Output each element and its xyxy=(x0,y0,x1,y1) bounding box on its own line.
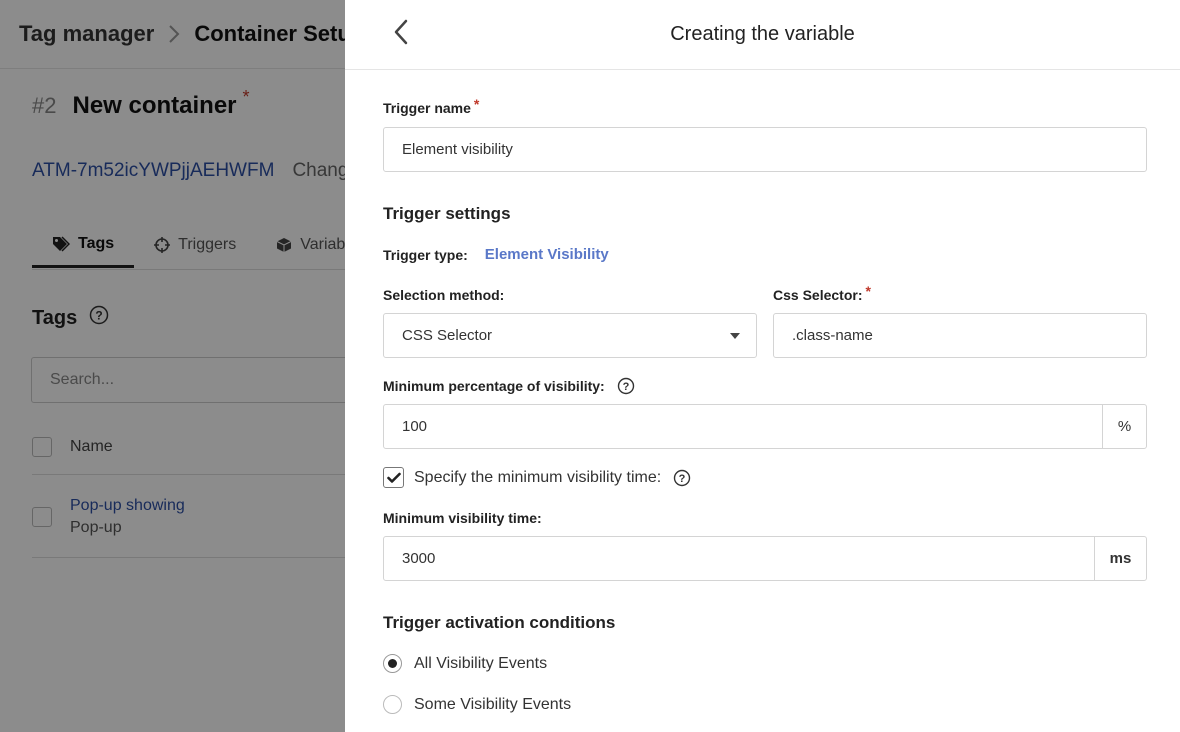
css-selector-input[interactable]: .class-name xyxy=(773,313,1147,358)
drawer-header: Creating the variable xyxy=(345,0,1180,70)
min-time-input[interactable]: 3000 ms xyxy=(383,536,1147,581)
min-percentage-label: Minimum percentage of visibility: ? xyxy=(383,377,635,395)
help-icon[interactable]: ? xyxy=(617,377,635,395)
trigger-name-label: Trigger name * xyxy=(383,96,479,116)
min-time-label: Minimum visibility time: xyxy=(383,510,542,526)
required-mark: * xyxy=(865,283,871,299)
selection-method-value: CSS Selector xyxy=(402,327,493,344)
trigger-type-row: Trigger type: Element Visibility xyxy=(383,246,609,263)
min-time-value: 3000 xyxy=(402,550,436,567)
selection-method-select[interactable]: CSS Selector xyxy=(383,313,757,358)
radio-button[interactable] xyxy=(383,695,402,714)
specify-time-label: Specify the minimum visibility time: xyxy=(414,468,662,486)
radio-button-selected[interactable] xyxy=(383,654,402,673)
radio-some-events[interactable]: Some Visibility Events xyxy=(383,695,571,714)
trigger-name-input[interactable]: Element visibility xyxy=(383,127,1147,172)
min-percentage-value: 100 xyxy=(402,418,428,435)
radio-all-events-label: All Visibility Events xyxy=(414,654,548,672)
ms-addon: ms xyxy=(1094,537,1146,580)
radio-all-events[interactable]: All Visibility Events xyxy=(383,654,547,673)
css-selector-label-text: Css Selector: xyxy=(773,287,863,303)
activation-conditions-title: Trigger activation conditions xyxy=(383,613,616,632)
svg-text:?: ? xyxy=(679,473,686,485)
specify-time-row[interactable]: Specify the minimum visibility time: ? xyxy=(383,467,691,488)
min-percentage-label-text: Minimum percentage of visibility: xyxy=(383,378,605,394)
radio-some-events-label: Some Visibility Events xyxy=(414,695,572,713)
required-mark: * xyxy=(473,96,480,112)
specify-time-checkbox[interactable] xyxy=(383,467,404,488)
selection-method-label: Selection method: xyxy=(383,287,505,303)
trigger-name-value: Element visibility xyxy=(402,141,513,158)
trigger-name-label-text: Trigger name xyxy=(383,100,471,116)
trigger-settings-title: Trigger settings xyxy=(383,204,511,223)
svg-text:?: ? xyxy=(622,381,629,393)
back-button[interactable] xyxy=(389,18,413,46)
trigger-type-label: Trigger type: xyxy=(383,246,468,263)
side-drawer: Creating the variable Trigger name * Ele… xyxy=(345,0,1180,732)
css-selector-label: Css Selector: * xyxy=(773,283,871,303)
check-icon xyxy=(386,472,401,483)
help-icon[interactable]: ? xyxy=(673,469,691,487)
drawer-title: Creating the variable xyxy=(670,23,855,45)
trigger-type-value[interactable]: Element Visibility xyxy=(485,246,609,263)
chevron-left-icon xyxy=(394,19,408,45)
min-percentage-input[interactable]: 100 % xyxy=(383,404,1147,449)
percent-addon: % xyxy=(1102,405,1146,448)
caret-down-icon xyxy=(730,332,740,339)
css-selector-value: .class-name xyxy=(792,327,873,344)
